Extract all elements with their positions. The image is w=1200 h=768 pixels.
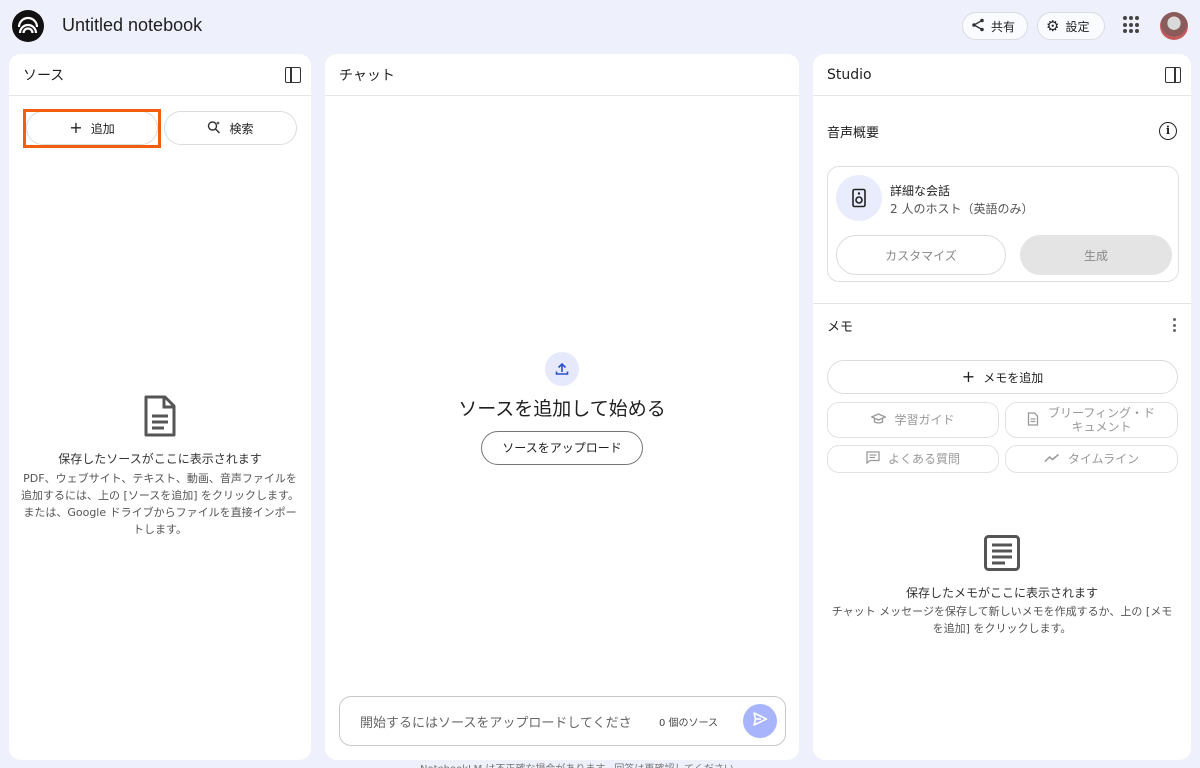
divider	[813, 303, 1191, 304]
more-options-icon[interactable]	[1173, 318, 1177, 332]
studio-panel: Studio 音声概要 i 詳細な会話 2 人のホスト（英語のみ） カスタマイズ…	[813, 54, 1191, 760]
timeline-label: タイムライン	[1067, 452, 1140, 466]
plus-icon: +	[69, 118, 83, 137]
search-spark-icon	[207, 120, 221, 137]
upload-source-button[interactable]: ソースをアップロード	[481, 431, 643, 465]
memo-heading: メモ	[827, 320, 854, 335]
studio-title: Studio	[827, 66, 872, 83]
graduation-cap-icon	[870, 412, 888, 428]
gear-icon: ⚙	[1046, 17, 1060, 35]
sources-title: ソース	[23, 67, 65, 84]
sources-header: ソース	[9, 54, 311, 96]
app-header: Untitled notebook 共有 ⚙ 設定	[0, 0, 1200, 54]
study-guide-button[interactable]: 学習ガイド	[827, 402, 999, 438]
notebooklm-logo-icon[interactable]	[12, 10, 44, 42]
speaker-icon	[836, 175, 882, 221]
avatar[interactable]	[1160, 12, 1188, 40]
add-source-label: 追加	[90, 121, 115, 136]
apps-grid-icon[interactable]	[1123, 16, 1141, 34]
sources-empty-title: 保存したソースがここに表示されます	[58, 452, 262, 466]
send-icon	[752, 711, 768, 731]
add-memo-button[interactable]: + メモを追加	[827, 360, 1178, 394]
add-memo-label: メモを追加	[983, 370, 1044, 385]
share-icon	[971, 18, 985, 35]
customize-button[interactable]: カスタマイズ	[836, 235, 1006, 275]
briefing-doc-button[interactable]: ブリーフィング・ドキュメント	[1005, 402, 1178, 438]
briefing-doc-label: ブリーフィング・ドキュメント	[1047, 406, 1156, 434]
chat-panel: チャット ソースを追加して始める ソースをアップロード 開始するにはソースをアッ…	[325, 54, 799, 760]
settings-button[interactable]: ⚙ 設定	[1037, 12, 1105, 40]
sources-panel: ソース + 追加 検索 保存したソースがここに表示されます PDF、ウェブサイト…	[9, 54, 311, 760]
timeline-button[interactable]: タイムライン	[1005, 445, 1178, 473]
notebook-title[interactable]: Untitled notebook	[62, 15, 202, 36]
settings-label: 設定	[1065, 19, 1090, 34]
notes-icon	[813, 534, 1191, 576]
info-icon[interactable]: i	[1159, 122, 1177, 140]
chat-headline: ソースを追加して始める	[458, 398, 666, 420]
chat-bubble-icon	[866, 451, 880, 467]
memo-empty-description: チャット メッセージを保存して新しいメモを作成するか、上の [メモを追加] をク…	[831, 605, 1173, 635]
trend-icon	[1044, 452, 1060, 466]
sources-empty-state: 保存したソースがここに表示されます PDF、ウェブサイト、テキスト、動画、音声フ…	[9, 394, 311, 538]
chat-title: チャット	[339, 67, 395, 84]
document-icon	[1027, 411, 1039, 429]
share-label: 共有	[991, 19, 1016, 34]
chat-empty-state: ソースを追加して始める ソースをアップロード	[325, 352, 799, 465]
collapse-panel-icon[interactable]	[285, 67, 301, 83]
source-count: 0 個のソース	[659, 717, 719, 729]
add-source-button[interactable]: + 追加	[26, 111, 158, 145]
send-button[interactable]	[743, 704, 777, 738]
audio-overview-card: 詳細な会話 2 人のホスト（英語のみ） カスタマイズ 生成	[827, 166, 1179, 282]
plus-icon: +	[961, 367, 976, 386]
audio-overview-heading: 音声概要	[827, 126, 880, 141]
generate-button[interactable]: 生成	[1020, 235, 1172, 275]
search-sources-button[interactable]: 検索	[164, 111, 297, 145]
chat-input-box[interactable]: 開始するにはソースをアップロードしてくださ 0 個のソース	[339, 696, 786, 746]
search-sources-label: 検索	[229, 121, 254, 136]
studio-header: Studio	[813, 54, 1191, 96]
share-button[interactable]: 共有	[962, 12, 1028, 40]
study-guide-label: 学習ガイド	[894, 413, 955, 427]
disclaimer-note: NotebookLM は不正確な場合があります。回答は再確認してください。	[420, 760, 744, 768]
faq-label: よくある質問	[887, 452, 960, 466]
memo-empty-state: 保存したメモがここに表示されます チャット メッセージを保存して新しいメモを作成…	[813, 534, 1191, 637]
collapse-panel-icon[interactable]	[1165, 67, 1181, 83]
chat-header: チャット	[325, 54, 799, 96]
memo-empty-title: 保存したメモがここに表示されます	[905, 586, 1098, 600]
audio-card-subtitle: 2 人のホスト（英語のみ）	[890, 202, 1034, 216]
audio-card-title: 詳細な会話	[890, 184, 951, 198]
document-icon	[9, 394, 311, 442]
faq-button[interactable]: よくある質問	[827, 445, 999, 473]
upload-icon	[545, 352, 579, 386]
sources-empty-description: PDF、ウェブサイト、テキスト、動画、音声ファイルを追加するには、上の [ソース…	[21, 472, 299, 536]
chat-input[interactable]: 開始するにはソースをアップロードしてくださ	[360, 712, 645, 731]
